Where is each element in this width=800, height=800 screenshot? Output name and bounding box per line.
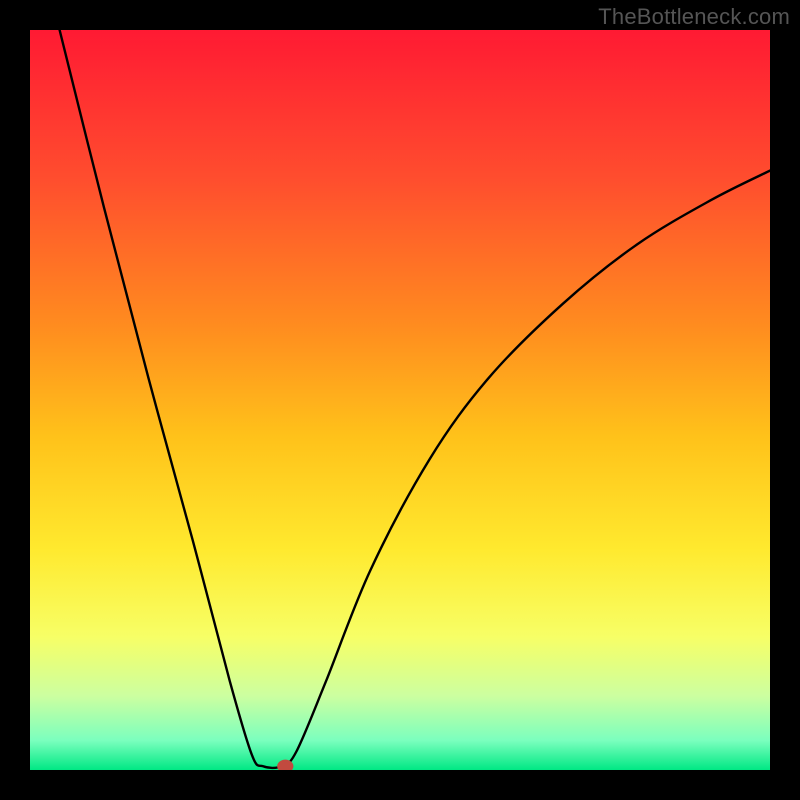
watermark-text: TheBottleneck.com [598,4,790,30]
gradient-background [30,30,770,770]
chart-frame: TheBottleneck.com [0,0,800,800]
chart-svg [30,30,770,770]
plot-area [30,30,770,770]
